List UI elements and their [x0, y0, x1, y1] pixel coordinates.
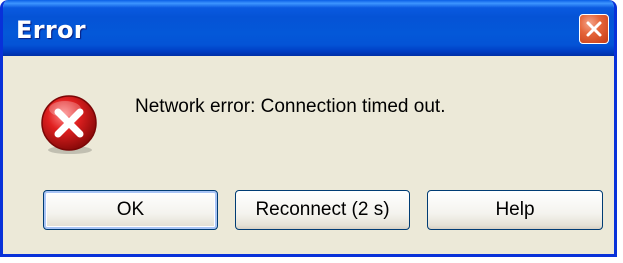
error-dialog: Error Network error: Connection timed ou… [0, 0, 617, 257]
help-button[interactable]: Help [427, 190, 603, 230]
error-message: Network error: Connection timed out. [135, 96, 446, 117]
title-bar[interactable]: Error [3, 0, 614, 56]
close-button[interactable] [579, 14, 609, 44]
reconnect-button[interactable]: Reconnect (2 s) [235, 190, 410, 230]
error-icon [37, 92, 101, 156]
ok-button[interactable]: OK [43, 190, 218, 230]
close-icon [586, 21, 602, 37]
window-title: Error [16, 16, 86, 44]
